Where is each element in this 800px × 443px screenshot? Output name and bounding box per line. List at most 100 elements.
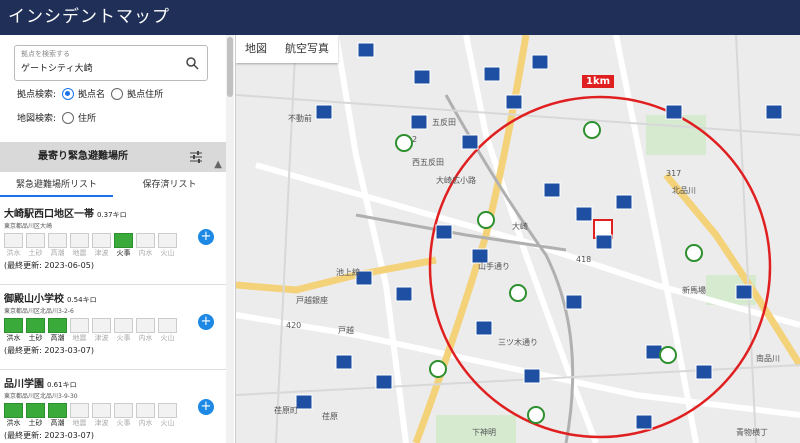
list-item[interactable]: 大崎駅西口地区一帯 0.37キロ 東京都品川区大崎 洪水 土砂 高潮 地震 津波 火事 内水火… bbox=[0, 201, 226, 285]
hazard-symbol-icon bbox=[158, 233, 177, 248]
map-label: 2 bbox=[412, 135, 418, 144]
hazard-symbol-icon bbox=[48, 318, 67, 333]
map-view[interactable]: 地図 航空写真 1km 五反田 西五反田 大崎 北品川 新馬場 南品川 戸越銀座… bbox=[236, 35, 800, 443]
hazard-icon: 土砂 bbox=[26, 233, 45, 259]
map-label: 青物横丁 bbox=[736, 428, 768, 437]
hazard-label: 高潮 bbox=[50, 334, 65, 342]
app-header: インシデントマップ bbox=[0, 0, 800, 35]
hazard-icon: 高潮 bbox=[48, 403, 67, 429]
hazard-symbol-icon bbox=[70, 403, 89, 418]
hazard-label: 内水 bbox=[138, 334, 153, 342]
hazard-label: 火事 bbox=[116, 419, 131, 427]
sidebar: 拠点を検索する ゲートシティ大崎 拠点検索: 拠点名 拠点住所 地図検索: 住所… bbox=[0, 35, 236, 443]
hazard-icons: 洪水 土砂 高潮 地震 津波 火事 内水 火山 bbox=[4, 403, 222, 429]
hazard-label: 内水 bbox=[138, 419, 153, 427]
map-label: 317 bbox=[666, 169, 682, 178]
hazard-icon: 内水 bbox=[136, 318, 155, 344]
list-item[interactable]: 品川学園 0.61キロ 東京都品川区北品川3-9-30 洪水 土砂 高潮 地震 津波 火事内… bbox=[0, 371, 226, 443]
tab-saved-list[interactable]: 保存済リスト bbox=[113, 175, 226, 197]
item-distance: 0.61キロ bbox=[47, 381, 77, 389]
search-value: ゲートシティ大崎 bbox=[21, 64, 93, 74]
map-label: 山手通り bbox=[478, 262, 510, 271]
item-title: 御殿山小学校 0.54キロ bbox=[4, 290, 222, 305]
tab-map[interactable]: 地図 bbox=[236, 35, 276, 63]
tab-aerial[interactable]: 航空写真 bbox=[276, 35, 338, 63]
hazard-icon: 地震 bbox=[70, 233, 89, 259]
hazard-icon: 火事 bbox=[114, 318, 133, 344]
hazard-symbol-icon bbox=[26, 403, 45, 418]
map-canvas[interactable] bbox=[236, 35, 800, 443]
hazard-symbol-icon bbox=[114, 233, 133, 248]
hazard-symbol-icon bbox=[4, 318, 23, 333]
item-address: 東京都品川区北品川3-2-6 bbox=[4, 308, 74, 315]
map-label: 西五反田 bbox=[412, 158, 444, 167]
hazard-label: 地震 bbox=[72, 419, 87, 427]
hazard-symbol-icon bbox=[136, 233, 155, 248]
hazard-label: 土砂 bbox=[28, 249, 43, 257]
search-input[interactable]: 拠点を検索する ゲートシティ大崎 bbox=[14, 45, 208, 81]
hazard-symbol-icon bbox=[114, 403, 133, 418]
tab-shelter-list[interactable]: 緊急避難場所リスト bbox=[0, 175, 113, 197]
hazard-symbol-icon bbox=[70, 318, 89, 333]
hazard-symbol-icon bbox=[26, 233, 45, 248]
hazard-symbol-icon bbox=[158, 403, 177, 418]
hazard-symbol-icon bbox=[92, 233, 111, 248]
scrollbar-thumb[interactable] bbox=[227, 37, 233, 97]
hazard-label: 高潮 bbox=[50, 249, 65, 257]
hazard-icon: 洪水 bbox=[4, 233, 23, 259]
hazard-label: 火山 bbox=[160, 249, 175, 257]
hazard-label: 洪水 bbox=[6, 419, 21, 427]
section-title: 最寄り緊急避難場所 bbox=[38, 151, 128, 162]
radio-base-name[interactable] bbox=[62, 87, 75, 100]
map-label: 三ツ木通り bbox=[498, 338, 538, 347]
add-button[interactable]: + bbox=[198, 314, 214, 330]
map-label: 池上線 bbox=[336, 268, 360, 277]
item-name: 御殿山小学校 bbox=[4, 294, 64, 305]
list-item[interactable]: 御殿山小学校 0.54キロ 東京都品川区北品川3-2-6 洪水 土砂 高潮 地震 津波 火事… bbox=[0, 286, 226, 370]
item-title: 大崎駅西口地区一帯 0.37キロ bbox=[4, 205, 222, 220]
hazard-label: 津波 bbox=[94, 249, 109, 257]
hazard-icon: 内水 bbox=[136, 233, 155, 259]
map-label: 新馬場 bbox=[682, 286, 706, 295]
hazard-label: 洪水 bbox=[6, 334, 21, 342]
filter-icon[interactable] bbox=[190, 151, 202, 163]
hazard-label: 地震 bbox=[72, 249, 87, 257]
hazard-icons: 洪水 土砂 高潮 地震 津波 火事 内水 火山 bbox=[4, 233, 222, 259]
map-label: 大崎 bbox=[512, 222, 528, 231]
map-type-tabs: 地図 航空写真 bbox=[236, 35, 338, 63]
item-distance: 0.37キロ bbox=[97, 211, 127, 219]
map-label: 五反田 bbox=[432, 118, 456, 127]
item-distance: 0.54キロ bbox=[67, 296, 97, 304]
hazard-icon: 火山 bbox=[158, 403, 177, 429]
map-label: 大崎広小路 bbox=[436, 176, 476, 185]
map-label: 戸越銀座 bbox=[296, 296, 328, 305]
add-button[interactable]: + bbox=[198, 229, 214, 245]
hazard-label: 高潮 bbox=[50, 419, 65, 427]
hazard-label: 津波 bbox=[94, 419, 109, 427]
hazard-icon: 津波 bbox=[92, 233, 111, 259]
item-updated: (最終更新: 2023-06-05) bbox=[4, 261, 94, 270]
sidebar-scrollbar[interactable] bbox=[226, 35, 234, 443]
hazard-icon: 津波 bbox=[92, 318, 111, 344]
radio-base-address[interactable] bbox=[111, 87, 124, 100]
hazard-symbol-icon bbox=[48, 233, 67, 248]
hazard-symbol-icon bbox=[92, 318, 111, 333]
search-icon[interactable] bbox=[185, 56, 199, 70]
hazard-icon: 地震 bbox=[70, 318, 89, 344]
map-search-row: 地図検索: 住所 bbox=[17, 111, 96, 124]
hazard-label: 内水 bbox=[138, 249, 153, 257]
hazard-icon: 火山 bbox=[158, 233, 177, 259]
search-mode-label: 拠点検索: bbox=[17, 90, 57, 100]
hazard-icon: 土砂 bbox=[26, 403, 45, 429]
hazard-symbol-icon bbox=[4, 233, 23, 248]
add-button[interactable]: + bbox=[198, 399, 214, 415]
hazard-label: 洪水 bbox=[6, 249, 21, 257]
hazard-icon: 高潮 bbox=[48, 233, 67, 259]
section-header[interactable]: 最寄り緊急避難場所 ▲ bbox=[0, 142, 226, 172]
item-updated: (最終更新: 2023-03-07) bbox=[4, 346, 94, 355]
radio-address[interactable] bbox=[62, 111, 75, 124]
hazard-label: 土砂 bbox=[28, 334, 43, 342]
hazard-icons: 洪水 土砂 高潮 地震 津波 火事 内水 火山 bbox=[4, 318, 222, 344]
hazard-icon: 洪水 bbox=[4, 318, 23, 344]
hazard-symbol-icon bbox=[48, 403, 67, 418]
